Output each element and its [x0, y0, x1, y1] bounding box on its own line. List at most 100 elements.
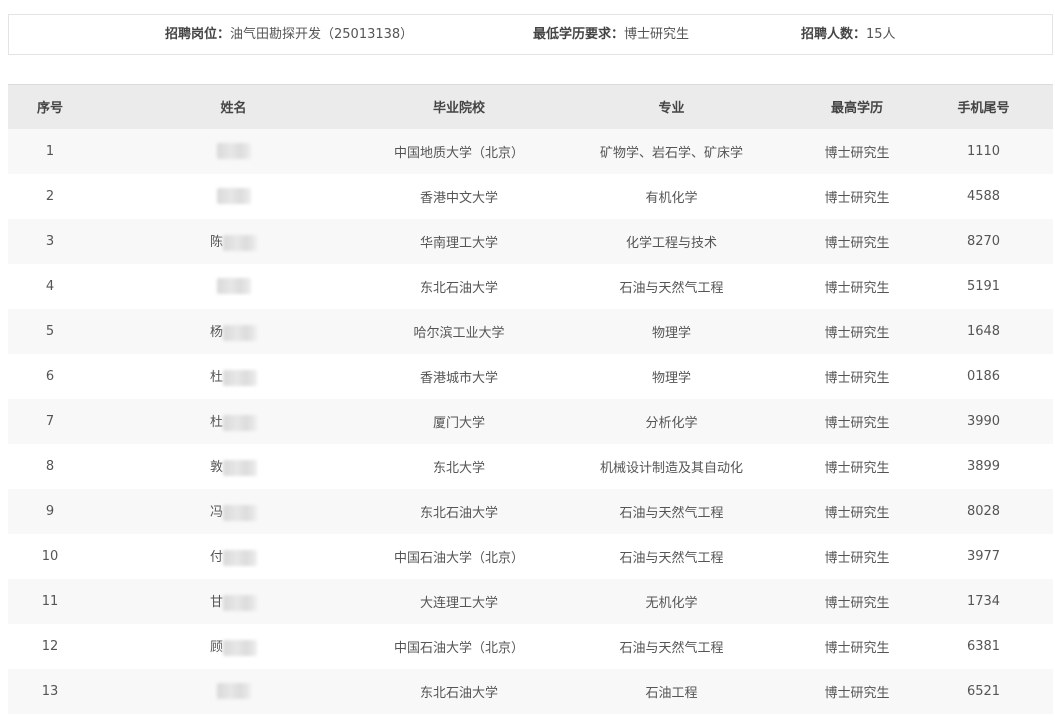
redacted-name-blur — [216, 188, 251, 204]
table-row: 2 香港中文大学 有机化学 博士研究生 4588 — [8, 173, 1053, 219]
table-row: 10 付 中国石油大学（北京） 石油与天然气工程 博士研究生 3977 — [8, 533, 1053, 579]
cell-index: 12 — [41, 638, 59, 654]
table-row: 5 杨 哈尔滨工业大学 物理学 博士研究生 1648 — [8, 308, 1053, 354]
headcount-label: 招聘人数： — [801, 27, 867, 42]
name-text: 杨 — [209, 325, 223, 341]
cell-degree: 博士研究生 — [824, 505, 890, 521]
redacted-name-blur — [223, 639, 257, 656]
cell-major: 石油与天然气工程 — [619, 505, 724, 521]
cell-degree: 博士研究生 — [824, 415, 890, 431]
cell-name: 陈 — [92, 219, 375, 264]
cell-phone: 1648 — [966, 323, 1001, 339]
cell-phone: 5191 — [966, 278, 1001, 294]
cell-index: 10 — [41, 548, 59, 564]
cell-school: 华南理工大学 — [419, 235, 498, 251]
header-name: 姓名 — [220, 101, 247, 117]
name-text: 杜 — [209, 370, 223, 386]
cell-index: 4 — [45, 278, 55, 294]
redacted-name-blur — [223, 414, 257, 431]
cell-major: 分析化学 — [645, 415, 698, 431]
cell-name: 敦 — [92, 444, 375, 489]
cell-index: 8 — [45, 458, 55, 474]
redacted-name-blur — [223, 459, 257, 476]
redacted-name-blur — [223, 324, 257, 341]
cell-major: 化学工程与技术 — [625, 235, 717, 251]
name-text: 甘 — [209, 595, 223, 611]
table-row: 3 陈 华南理工大学 化学工程与技术 博士研究生 8270 — [8, 218, 1053, 264]
table-row: 9 冯 东北石油大学 石油与天然气工程 博士研究生 8028 — [8, 488, 1053, 534]
name-text: 顾 — [209, 640, 223, 656]
name-text: 敦 — [209, 460, 223, 476]
redacted-name-blur — [223, 369, 257, 386]
cell-school: 东北石油大学 — [419, 280, 498, 296]
redacted-name-blur — [216, 683, 251, 699]
cell-degree: 博士研究生 — [824, 235, 890, 251]
cell-degree: 博士研究生 — [824, 460, 890, 476]
table-row: 13 东北石油大学 石油工程 博士研究生 6521 — [8, 668, 1053, 714]
cell-index: 2 — [45, 188, 55, 204]
table-row: 4 东北石油大学 石油与天然气工程 博士研究生 5191 — [8, 263, 1053, 309]
cell-school: 香港中文大学 — [419, 190, 498, 206]
cell-degree: 博士研究生 — [824, 145, 890, 161]
position-value: 油气田勘探开发（25013138） — [230, 27, 414, 42]
cell-index: 6 — [45, 368, 55, 384]
table-row: 1 中国地质大学（北京） 矿物学、岩石学、矿床学 博士研究生 1110 — [8, 128, 1053, 174]
recruitment-info-bar: 招聘岗位：油气田勘探开发（25013138） 最低学历要求：博士研究生 招聘人数… — [8, 14, 1053, 55]
cell-name: 杜 — [92, 399, 375, 444]
cell-index: 9 — [45, 503, 55, 519]
cell-school: 厦门大学 — [432, 415, 485, 431]
cell-phone: 1110 — [966, 143, 1001, 159]
name-text: 付 — [209, 550, 223, 566]
cell-degree: 博士研究生 — [824, 280, 890, 296]
cell-name: 付 — [92, 534, 375, 579]
cell-index: 1 — [45, 143, 55, 159]
cell-degree: 博士研究生 — [824, 190, 890, 206]
cell-name — [92, 129, 375, 174]
headcount-value: 15人 — [866, 27, 896, 42]
cell-name: 冯 — [92, 489, 375, 534]
position-info: 招聘岗位：油气田勘探开发（25013138） — [165, 15, 413, 54]
cell-major: 物理学 — [651, 370, 691, 386]
cell-major: 物理学 — [651, 325, 691, 341]
cell-degree: 博士研究生 — [824, 685, 890, 701]
table-row: 7 杜 厦门大学 分析化学 博士研究生 3990 — [8, 398, 1053, 444]
education-value: 博士研究生 — [624, 27, 690, 42]
cell-phone: 6521 — [966, 683, 1001, 699]
cell-school: 东北石油大学 — [419, 685, 498, 701]
redacted-name-blur — [223, 504, 257, 521]
position-label: 招聘岗位： — [165, 27, 231, 42]
cell-school: 哈尔滨工业大学 — [413, 325, 505, 341]
cell-name — [92, 264, 375, 309]
cell-index: 5 — [45, 323, 55, 339]
cell-degree: 博士研究生 — [824, 595, 890, 611]
redacted-name-blur — [216, 278, 251, 294]
redacted-name-blur — [223, 594, 257, 611]
table-row: 11 甘 大连理工大学 无机化学 博士研究生 1734 — [8, 578, 1053, 624]
cell-phone: 1734 — [966, 593, 1001, 609]
cell-name — [92, 669, 375, 714]
cell-major: 有机化学 — [645, 190, 698, 206]
education-info: 最低学历要求：博士研究生 — [533, 15, 689, 54]
name-text: 陈 — [209, 235, 223, 251]
cell-school: 大连理工大学 — [419, 595, 498, 611]
cell-major: 石油与天然气工程 — [619, 640, 724, 656]
candidates-table-container: 序号 姓名 毕业院校 专业 最高学历 手机尾号 1 中国地质大学（北京） 矿物学、岩… — [8, 84, 1053, 714]
cell-name: 甘 — [92, 579, 375, 624]
cell-name: 顾 — [92, 624, 375, 669]
header-phone: 手机尾号 — [957, 101, 1010, 117]
header-degree: 最高学历 — [830, 101, 883, 117]
redacted-name-blur — [216, 143, 251, 159]
cell-degree: 博士研究生 — [824, 325, 890, 341]
cell-index: 3 — [45, 233, 55, 249]
redacted-name-blur — [223, 549, 257, 566]
cell-school: 东北石油大学 — [419, 505, 498, 521]
cell-school: 香港城市大学 — [419, 370, 498, 386]
cell-phone: 8028 — [966, 503, 1001, 519]
cell-phone: 6381 — [966, 638, 1001, 654]
cell-phone: 4588 — [966, 188, 1001, 204]
table-row: 8 敦 东北大学 机械设计制造及其自动化 博士研究生 3899 — [8, 443, 1053, 489]
cell-school: 中国石油大学（北京） — [393, 640, 524, 656]
name-text: 冯 — [209, 505, 223, 521]
cell-school: 东北大学 — [432, 460, 485, 476]
cell-phone: 3899 — [966, 458, 1001, 474]
